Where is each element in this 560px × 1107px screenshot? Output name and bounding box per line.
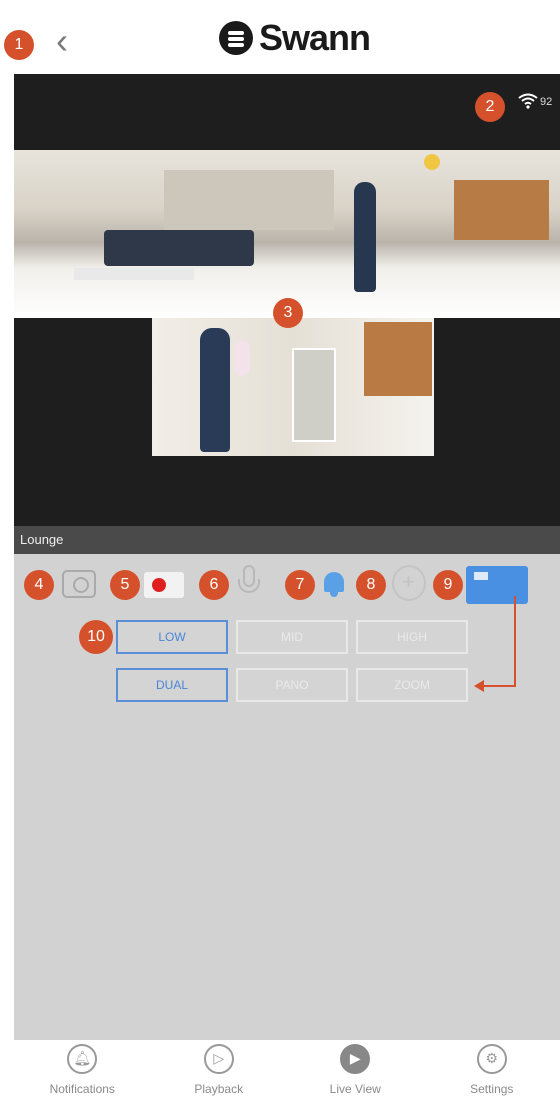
feed-person xyxy=(200,328,230,452)
wifi-icon xyxy=(518,93,538,109)
callout-badge-7: 7 xyxy=(285,570,315,600)
feed-child xyxy=(234,340,250,376)
nav-tab-label: Live View xyxy=(329,1082,381,1096)
view-zoom-option[interactable]: ZOOM xyxy=(356,668,468,702)
view-dual-option[interactable]: DUAL xyxy=(116,668,228,702)
callout-arrow-head xyxy=(474,680,484,692)
callout-badge-1: 1 xyxy=(4,30,34,60)
app-header: ‹ Swann xyxy=(14,0,560,74)
settings-gear-icon: ⚙ xyxy=(476,1044,507,1074)
nav-tab-label: Settings xyxy=(470,1082,514,1096)
nav-tab-live-view[interactable]: ▶ Live View xyxy=(295,1040,415,1107)
feed-lamp xyxy=(424,154,440,170)
swann-logo: Swann xyxy=(219,17,371,58)
bottom-nav: 🔔︎ Notifications ▷ Playback ▶ Live View … xyxy=(14,1040,560,1107)
camera-name-label: Lounge xyxy=(14,526,560,554)
back-button[interactable]: ‹ xyxy=(56,23,68,59)
mic-stem xyxy=(238,579,260,593)
nav-tab-label: Playback xyxy=(194,1082,244,1096)
quality-high-option[interactable]: HIGH xyxy=(356,620,468,654)
bell-clapper xyxy=(330,592,338,597)
callout-badge-8: 8 xyxy=(356,570,386,600)
nav-tab-notifications[interactable]: 🔔︎ Notifications xyxy=(22,1040,142,1107)
nav-tab-playback[interactable]: ▷ Playback xyxy=(159,1040,279,1107)
record-icon[interactable] xyxy=(144,572,184,598)
alarm-bell-icon[interactable] xyxy=(322,568,346,598)
nav-tab-label: Notifications xyxy=(49,1082,115,1096)
stream-quality-button[interactable] xyxy=(466,566,528,604)
feed-window xyxy=(164,170,334,230)
live-view-icon: ▶ xyxy=(340,1044,371,1074)
quality-mid-option[interactable]: MID xyxy=(236,620,348,654)
callout-badge-6: 6 xyxy=(199,570,229,600)
logo-text: Swann xyxy=(259,17,371,58)
callout-badge-5: 5 xyxy=(110,570,140,600)
feed-door xyxy=(292,348,336,442)
ptz-control-icon[interactable] xyxy=(392,565,426,601)
camera-feed-zoom[interactable] xyxy=(152,318,434,456)
notifications-bell-icon: 🔔︎ xyxy=(67,1044,98,1074)
swann-logo-icon xyxy=(219,21,253,55)
callout-badge-9: 9 xyxy=(433,570,463,600)
bell-body xyxy=(324,572,344,592)
feed-kitchen xyxy=(454,180,549,240)
callout-badge-10: 10 xyxy=(79,620,113,654)
callout-arrow-line xyxy=(514,596,516,686)
quality-low-option[interactable]: LOW xyxy=(116,620,228,654)
feed-person xyxy=(354,182,376,292)
feed-table xyxy=(74,268,194,280)
feed-sofa xyxy=(104,230,254,266)
callout-arrow-line xyxy=(484,685,516,687)
callout-badge-4: 4 xyxy=(24,570,54,600)
callout-badge-3: 3 xyxy=(273,298,303,328)
playback-play-icon: ▷ xyxy=(203,1044,234,1074)
camera-feed-panorama[interactable] xyxy=(14,150,560,318)
signal-strength: 92 xyxy=(540,96,553,108)
callout-badge-2: 2 xyxy=(475,92,505,122)
nav-tab-settings[interactable]: ⚙ Settings xyxy=(432,1040,552,1107)
snapshot-camera-icon[interactable] xyxy=(62,570,96,598)
microphone-icon[interactable] xyxy=(238,565,260,603)
view-pano-option[interactable]: PANO xyxy=(236,668,348,702)
feed-shelf xyxy=(364,322,432,396)
